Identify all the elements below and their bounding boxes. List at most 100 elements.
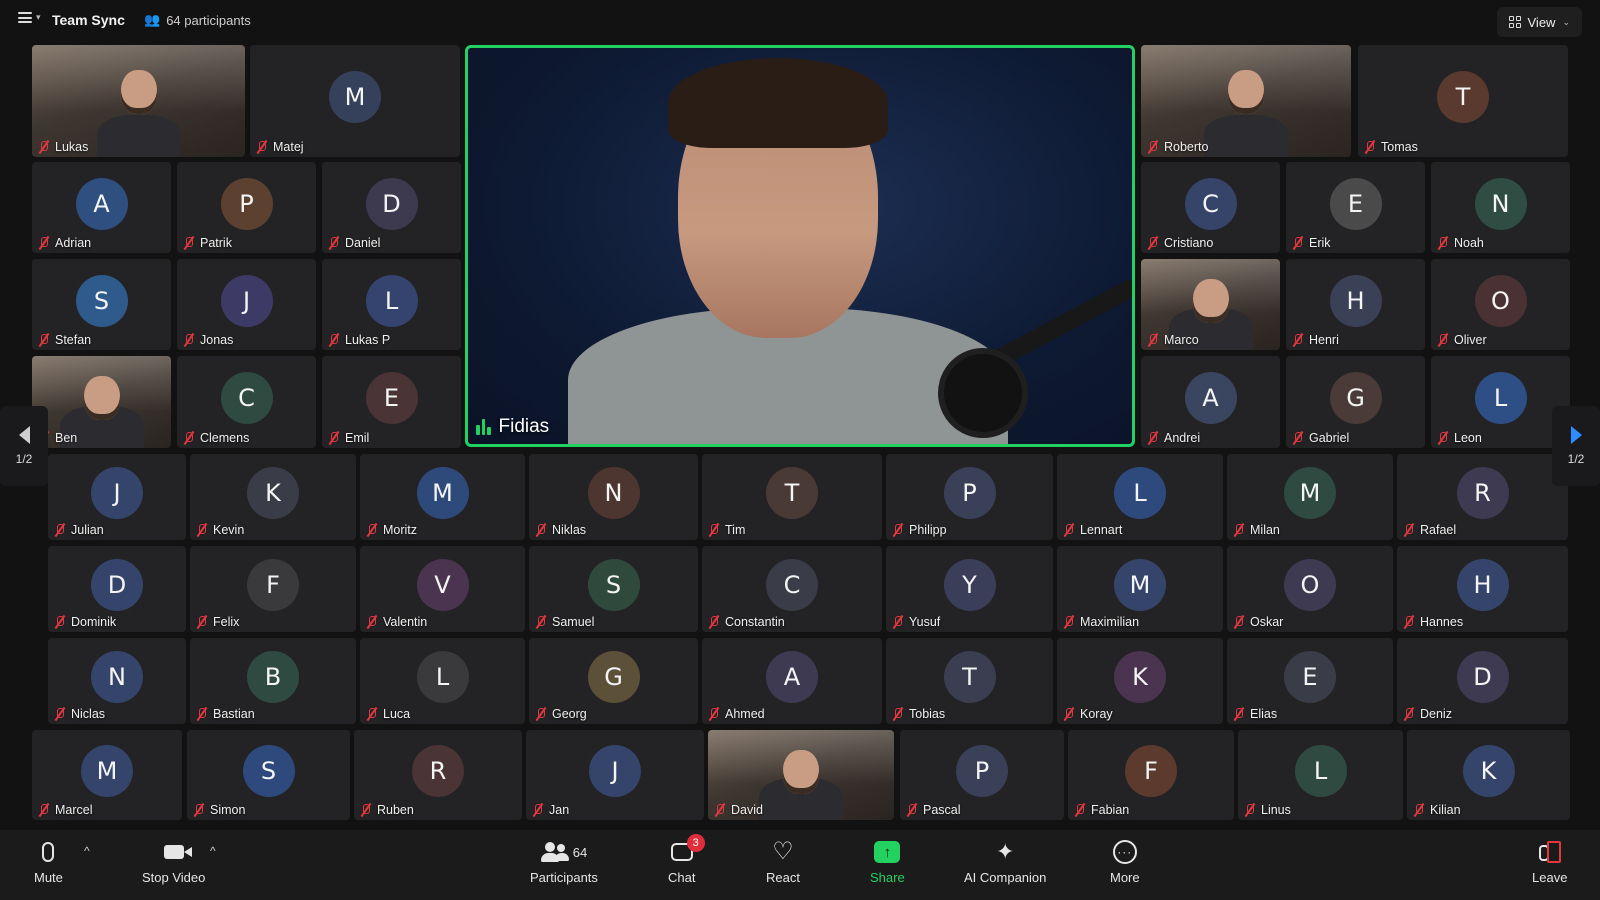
- mute-button[interactable]: Mute: [34, 840, 63, 885]
- participant-tile[interactable]: M Matej: [250, 45, 460, 157]
- participant-name: Gabriel: [1309, 431, 1350, 445]
- participant-tile[interactable]: K Kilian: [1407, 730, 1570, 820]
- participant-tile[interactable]: Marco: [1141, 259, 1280, 350]
- participant-tile[interactable]: L Luca: [360, 638, 525, 724]
- participant-tile[interactable]: P Pascal: [900, 730, 1064, 820]
- participants-button[interactable]: 64 Participants: [530, 840, 598, 885]
- participant-tile[interactable]: E Emil: [322, 356, 461, 448]
- participant-tile[interactable]: J Jan: [526, 730, 704, 820]
- participant-tile[interactable]: S Stefan: [32, 259, 171, 350]
- participant-tile[interactable]: H Hannes: [1397, 546, 1568, 632]
- avatar: E: [1329, 177, 1382, 230]
- speaker-name: Fidias: [498, 416, 550, 437]
- participant-tile[interactable]: L Lukas P: [322, 259, 461, 350]
- participants-count-label: 64 participants: [166, 12, 251, 28]
- participant-tile[interactable]: K Koray: [1057, 638, 1223, 724]
- participant-tile[interactable]: David: [708, 730, 894, 820]
- participant-tile[interactable]: E Elias: [1227, 638, 1393, 724]
- more-button[interactable]: ··· More: [1110, 840, 1140, 885]
- participant-tile[interactable]: Y Yusuf: [886, 546, 1053, 632]
- participant-tile[interactable]: M Maximilian: [1057, 546, 1223, 632]
- share-button[interactable]: ↑ Share: [870, 840, 905, 885]
- participant-name: Roberto: [1164, 140, 1209, 154]
- ai-companion-button[interactable]: ✦ AI Companion: [964, 840, 1046, 886]
- participant-tile[interactable]: L Lennart: [1057, 454, 1223, 540]
- participant-tile[interactable]: M Moritz: [360, 454, 525, 540]
- participant-tile[interactable]: P Philipp: [886, 454, 1053, 540]
- participant-tile[interactable]: Ben: [32, 356, 171, 448]
- participant-tile[interactable]: N Niclas: [48, 638, 186, 724]
- participant-tile[interactable]: T Tomas: [1358, 45, 1568, 157]
- participant-tile[interactable]: L Leon: [1431, 356, 1570, 448]
- participant-name: Leon: [1454, 431, 1482, 445]
- participant-tile[interactable]: V Valentin: [360, 546, 525, 632]
- participant-tile[interactable]: O Oskar: [1227, 546, 1393, 632]
- participant-tile[interactable]: P Patrik: [177, 162, 316, 253]
- participant-tile[interactable]: S Samuel: [529, 546, 698, 632]
- participant-tile[interactable]: R Ruben: [354, 730, 522, 820]
- participant-name: Niklas: [552, 523, 587, 537]
- participant-name-tag: Moritz: [366, 523, 417, 537]
- stop-video-button[interactable]: Stop Video: [142, 840, 205, 885]
- participant-tile[interactable]: J Julian: [48, 454, 186, 540]
- participant-tile[interactable]: D Dominik: [48, 546, 186, 632]
- participant-tile[interactable]: J Jonas: [177, 259, 316, 350]
- participant-tile[interactable]: H Henri: [1286, 259, 1425, 350]
- participant-tile[interactable]: O Oliver: [1431, 259, 1570, 350]
- next-page-button[interactable]: 1/2: [1552, 406, 1600, 486]
- view-button[interactable]: View ⌄: [1496, 7, 1582, 37]
- audio-options-chevron-icon[interactable]: ^: [84, 844, 90, 858]
- avatar: M: [329, 71, 381, 123]
- arrow-left-icon: [18, 426, 30, 444]
- participant-name: Patrik: [200, 236, 232, 250]
- participant-name-tag: Matej: [256, 140, 304, 154]
- microphone-muted-icon: [360, 803, 372, 817]
- video-options-chevron-icon[interactable]: ^: [210, 844, 216, 858]
- participant-tile[interactable]: A Ahmed: [702, 638, 882, 724]
- previous-page-button[interactable]: 1/2: [0, 406, 48, 486]
- chat-button[interactable]: 3 Chat: [668, 834, 705, 885]
- participant-tile[interactable]: C Clemens: [177, 356, 316, 448]
- microphone-muted-icon: [193, 803, 205, 817]
- participant-tile[interactable]: M Marcel: [32, 730, 182, 820]
- participant-tile[interactable]: M Milan: [1227, 454, 1393, 540]
- participant-tile[interactable]: K Kevin: [190, 454, 356, 540]
- participant-tile[interactable]: A Adrian: [32, 162, 171, 253]
- participant-tile[interactable]: T Tobias: [886, 638, 1053, 724]
- participant-tile[interactable]: Roberto: [1141, 45, 1351, 157]
- participants-count-button[interactable]: 👥 64 participants: [144, 12, 251, 28]
- react-button[interactable]: ♡ React: [766, 840, 800, 886]
- leave-button[interactable]: Leave: [1532, 840, 1567, 885]
- participant-tile[interactable]: L Linus: [1238, 730, 1403, 820]
- participant-tile[interactable]: G Gabriel: [1286, 356, 1425, 448]
- avatar: J: [589, 745, 641, 797]
- participant-tile[interactable]: R Rafael: [1397, 454, 1568, 540]
- participant-tile[interactable]: A Andrei: [1141, 356, 1280, 448]
- microphone-stand: [938, 348, 1028, 438]
- participant-name: Lukas: [55, 140, 89, 154]
- participant-tile[interactable]: N Noah: [1431, 162, 1570, 253]
- participant-tile[interactable]: D Deniz: [1397, 638, 1568, 724]
- participant-tile[interactable]: F Felix: [190, 546, 356, 632]
- participant-tile[interactable]: Lukas: [32, 45, 245, 157]
- avatar: L: [365, 274, 418, 327]
- participant-name-tag: Roberto: [1147, 140, 1208, 154]
- participant-tile[interactable]: T Tim: [702, 454, 882, 540]
- participant-name: Yusuf: [909, 615, 941, 629]
- participant-tile[interactable]: N Niklas: [529, 454, 698, 540]
- participant-name: Deniz: [1420, 707, 1452, 721]
- participant-tile[interactable]: F Fabian: [1068, 730, 1234, 820]
- participant-tile[interactable]: G Georg: [529, 638, 698, 724]
- participant-name: Milan: [1250, 523, 1280, 537]
- active-speaker-video[interactable]: Fidias: [465, 45, 1135, 447]
- participant-name-tag: Oskar: [1233, 615, 1283, 629]
- avatar: O: [1284, 559, 1336, 611]
- participant-tile[interactable]: C Constantin: [702, 546, 882, 632]
- participant-tile[interactable]: B Bastian: [190, 638, 356, 724]
- participant-tile[interactable]: C Cristiano: [1141, 162, 1280, 253]
- menu-button[interactable]: ▾: [18, 12, 41, 23]
- participant-tile[interactable]: E Erik: [1286, 162, 1425, 253]
- participant-tile[interactable]: S Simon: [187, 730, 350, 820]
- participant-tile[interactable]: D Daniel: [322, 162, 461, 253]
- participant-name-tag: Niklas: [535, 523, 586, 537]
